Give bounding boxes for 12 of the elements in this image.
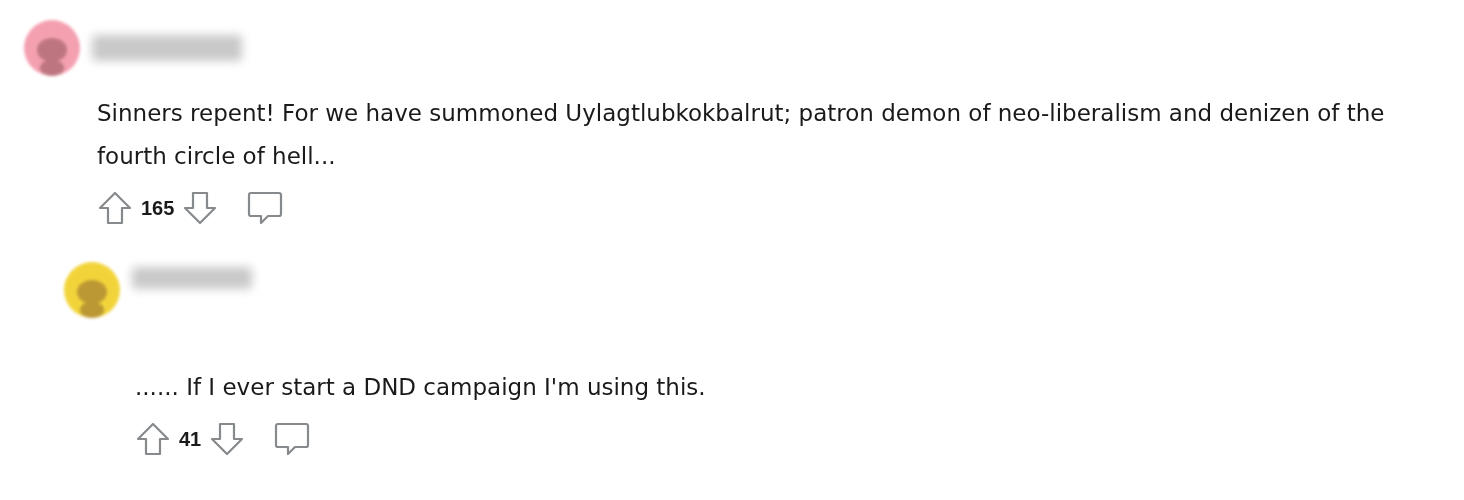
comment-icon[interactable] (246, 190, 285, 226)
downvote-icon[interactable] (209, 421, 246, 457)
avatar[interactable] (64, 262, 120, 318)
comment-icon[interactable] (273, 421, 312, 457)
comment-text: ...... If I ever start a DND campaign I'm using this. (135, 373, 707, 402)
vote-count: 165 (141, 196, 175, 221)
upvote-icon[interactable] (135, 421, 171, 457)
upvote-icon[interactable] (97, 190, 133, 226)
comment-text: Sinners repent! For we have summoned Uylagtlubkokbalrut; patron demon of neo-liberalism and denizen of the fourth circle of hell... (97, 99, 1386, 171)
avatar[interactable] (24, 20, 80, 76)
vote-count: 41 (179, 427, 202, 452)
downvote-icon[interactable] (182, 190, 219, 226)
